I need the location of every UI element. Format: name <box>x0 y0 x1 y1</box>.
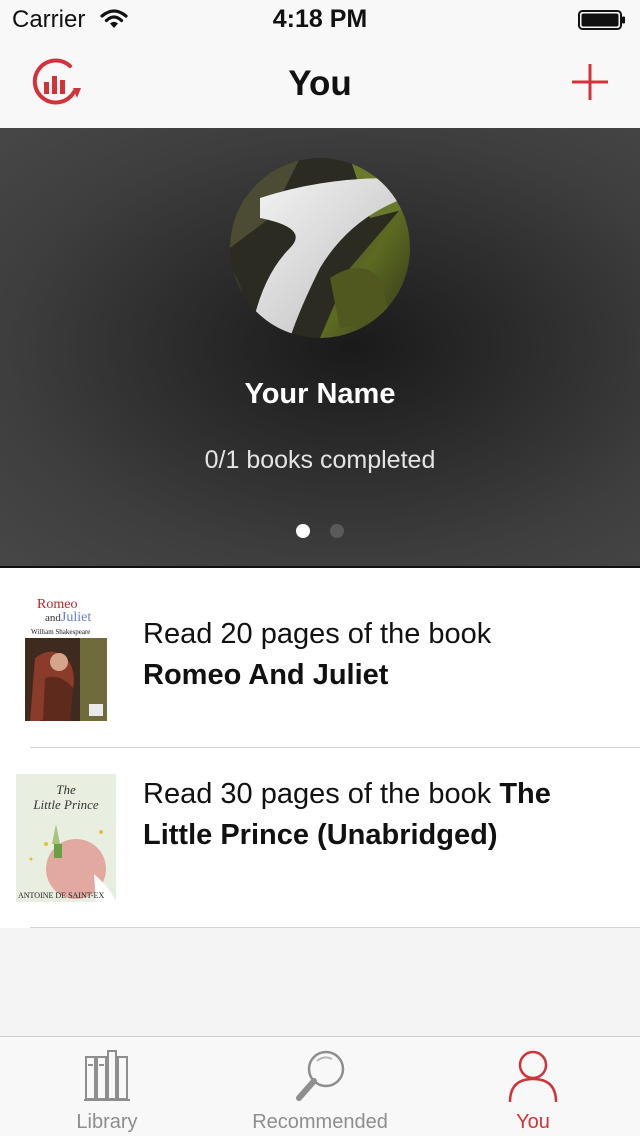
page-dot-1[interactable] <box>295 524 310 538</box>
tab-bar: Library Recommended You <box>0 1036 640 1136</box>
waterfall-photo <box>230 158 410 338</box>
navigation-bar: You <box>0 40 640 128</box>
goal-prefix: Read 30 pages of the book <box>143 778 492 810</box>
tab-label: Recommended <box>252 1111 388 1133</box>
page-dot-2[interactable] <box>330 524 345 538</box>
page-title: You <box>288 64 352 103</box>
cover-author: William Shakespeare <box>31 628 91 636</box>
tab-label: You <box>516 1111 550 1133</box>
plus-icon[interactable] <box>570 62 610 102</box>
cover-title: The Little Prince <box>33 782 99 812</box>
list-item[interactable]: The Little Prince ANTOINE DE SAINT-EX Re… <box>0 748 640 928</box>
status-bar: Carrier 4:18 PM <box>0 0 640 40</box>
book-cover-little-prince: The Little Prince ANTOINE DE SAINT-EX <box>16 774 116 902</box>
battery-icon <box>578 10 625 30</box>
avatar[interactable] <box>230 158 410 338</box>
cover-illustration <box>29 824 116 902</box>
tab-label: Library <box>76 1111 138 1133</box>
profile-header: Your Name 0/1 books completed <box>0 128 640 568</box>
book-cover-romeo-and-juliet: Romeo andJuliet William Shakespeare <box>25 596 107 721</box>
profile-name: Your Name <box>244 378 396 410</box>
magnifier-icon <box>296 1050 345 1101</box>
goal-description: Read 30 pages of the book The Little Pri… <box>143 774 613 856</box>
cover-painting <box>25 638 107 721</box>
tab-you[interactable]: You <box>488 1037 578 1136</box>
books-completed-label: 0/1 books completed <box>204 446 436 474</box>
status-time: 4:18 PM <box>272 5 368 33</box>
page-indicator[interactable] <box>0 524 640 543</box>
divider <box>30 927 640 928</box>
goal-prefix: Read 20 pages of the book <box>143 618 492 650</box>
tab-recommended[interactable]: Recommended <box>230 1037 410 1136</box>
person-icon <box>508 1050 558 1103</box>
books-icon <box>84 1050 130 1101</box>
goal-description: Read 20 pages of the book Romeo And Juli… <box>143 614 613 696</box>
tab-library[interactable]: Library <box>52 1037 162 1136</box>
reading-goals-list: Romeo andJuliet William Shakespeare Read… <box>0 568 640 928</box>
cover-author: ANTOINE DE SAINT-EX <box>18 891 105 900</box>
goal-book-title: Romeo And Juliet <box>143 659 389 691</box>
cover-title: Romeo andJuliet <box>37 597 92 625</box>
list-item[interactable]: Romeo andJuliet William Shakespeare Read… <box>0 568 640 748</box>
